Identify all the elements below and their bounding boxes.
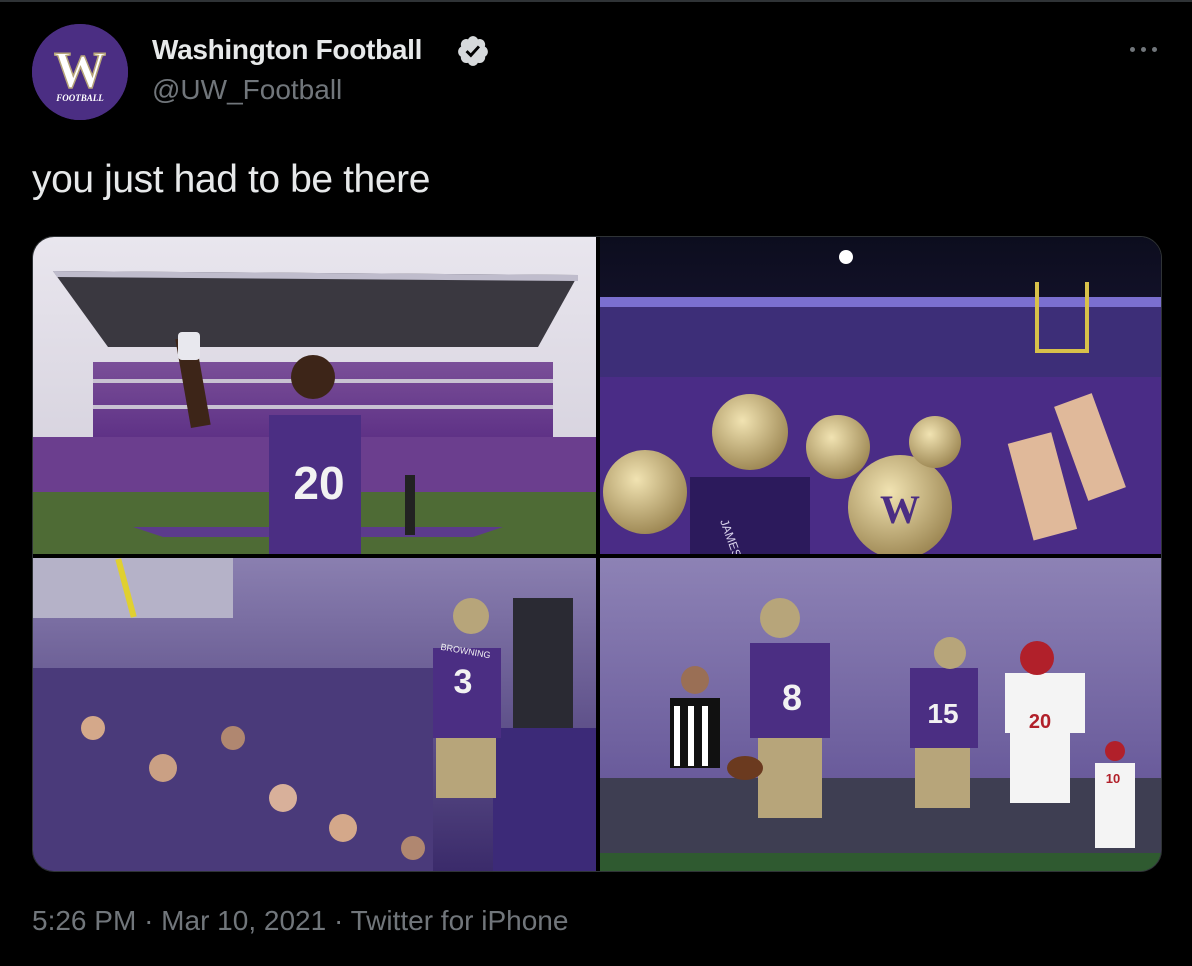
more-options-button[interactable]	[1126, 34, 1162, 64]
photo-player-3-fans[interactable]: 3 BROWNING	[33, 558, 596, 871]
photo-player-20[interactable]: 20	[33, 237, 596, 554]
tweet-metadata: 5:26 PM · Mar 10, 2021 · Twitter for iPh…	[32, 905, 568, 937]
media-grid: 20 W JAMES 3 BROWNING 8 15 20 10	[32, 236, 1162, 872]
tweet-time[interactable]: 5:26 PM	[32, 905, 136, 936]
photo-game-action[interactable]: 8 15 20 10	[600, 558, 1161, 871]
svg-text:20: 20	[293, 457, 344, 509]
top-divider	[0, 0, 1192, 2]
tweet-text: you just had to be there	[32, 158, 431, 201]
svg-text:8: 8	[782, 677, 802, 718]
svg-text:W: W	[880, 487, 920, 532]
svg-text:20: 20	[1029, 711, 1051, 733]
svg-text:15: 15	[927, 698, 958, 729]
verified-badge-icon	[458, 36, 488, 66]
photo-team-celebration[interactable]: W JAMES	[600, 237, 1161, 554]
tweet-source[interactable]: Twitter for iPhone	[351, 905, 569, 936]
uw-logo-icon: W FOOTBALL	[32, 24, 128, 120]
more-dot	[1152, 47, 1157, 52]
svg-text:3: 3	[454, 663, 473, 701]
avatar[interactable]: W FOOTBALL	[32, 24, 128, 120]
meta-separator: ·	[333, 905, 351, 936]
svg-text:W: W	[54, 42, 106, 99]
more-dot	[1141, 47, 1146, 52]
user-handle[interactable]: @UW_Football	[152, 74, 342, 106]
svg-text:10: 10	[1106, 771, 1120, 786]
meta-separator: ·	[144, 905, 162, 936]
display-name[interactable]: Washington Football	[152, 34, 422, 66]
svg-text:FOOTBALL: FOOTBALL	[55, 93, 104, 103]
tweet-date[interactable]: Mar 10, 2021	[161, 905, 326, 936]
more-horizontal-icon	[1130, 47, 1135, 52]
